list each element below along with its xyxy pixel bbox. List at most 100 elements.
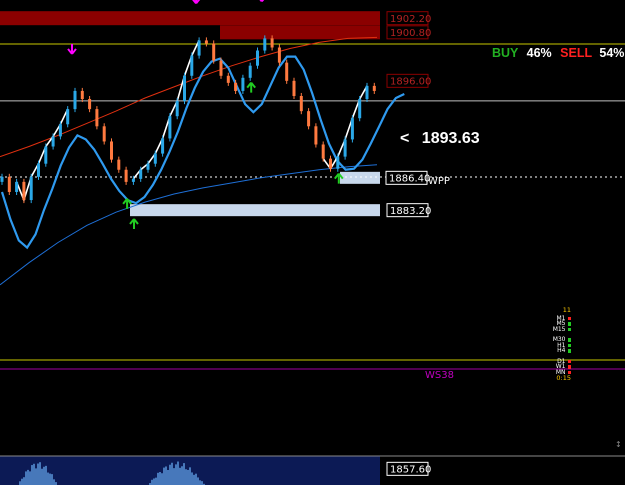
- price-tag-r1: 1900.80: [390, 28, 431, 39]
- trend-status-square: [567, 327, 571, 331]
- candle-body: [161, 138, 165, 154]
- candle-body: [226, 75, 230, 83]
- candle-body: [15, 181, 19, 192]
- candle-body: [292, 80, 296, 96]
- current-price-marker: <: [400, 130, 410, 147]
- candle-body: [321, 144, 325, 159]
- price-tag-r0: 1896.00: [390, 77, 431, 88]
- indicator-layer: [0, 36, 405, 286]
- sell-percent: 54%: [599, 46, 625, 60]
- candle-body: [241, 77, 245, 91]
- price-chart[interactable]: 1902.20 1900.80 1896.00 1886.40 1883.20 1857.…: [0, 0, 625, 485]
- trend-status-square: [567, 365, 571, 369]
- timeframe-group: M1 M5 M15: [541, 315, 571, 333]
- candle-body: [183, 75, 186, 102]
- candle-body: [110, 141, 113, 160]
- candle-body: [153, 153, 157, 164]
- candle-body: [190, 55, 194, 76]
- candle-body: [117, 159, 121, 170]
- candle-body: [204, 40, 208, 44]
- timeframe-group: M30 H1 H4: [541, 337, 571, 354]
- candle-body: [299, 95, 303, 112]
- candle-body: [175, 101, 179, 117]
- ws3-label: WS38: [425, 370, 454, 381]
- candle-body: [139, 169, 143, 179]
- fast-moving-average-line: [0, 36, 378, 158]
- candle-body: [248, 65, 252, 78]
- sell-arrow-icon: [259, 0, 265, 3]
- trend-status-square: [567, 349, 571, 353]
- candle-body: [80, 90, 84, 100]
- level-zone-r2: [0, 11, 380, 26]
- candle-body: [234, 82, 238, 91]
- trend-status-square: [567, 316, 571, 320]
- candle-body: [212, 43, 216, 61]
- candle-body: [263, 38, 267, 51]
- candle-body: [124, 169, 128, 182]
- candle-body: [44, 146, 48, 164]
- candle-body: [102, 126, 106, 142]
- candle-body: [365, 85, 369, 100]
- candle-body: [285, 62, 289, 81]
- candle-body: [73, 90, 77, 110]
- candle-body: [131, 178, 135, 182]
- candle-body: [336, 156, 340, 169]
- trend-count: 11: [562, 306, 571, 314]
- current-price-label: < 1893.63: [400, 130, 480, 148]
- candle-body: [343, 139, 347, 157]
- timeframe-label: H4: [557, 347, 566, 354]
- bar-timer: 0:15: [556, 374, 571, 382]
- candle-body: [7, 176, 11, 192]
- buy-label: BUY: [492, 46, 519, 60]
- candle-body: [314, 126, 318, 145]
- candle-body: [329, 158, 332, 169]
- trend-status-square: [567, 359, 571, 363]
- timeframe-trend-panel: 11 M1 M5 M15 M30 H1 H4 D1 W1 MN 0:15: [541, 306, 571, 382]
- candle-body: [256, 50, 259, 66]
- candle-body: [350, 118, 354, 140]
- buy-percent: 46%: [526, 46, 552, 60]
- timeframe-label: M15: [552, 325, 566, 333]
- candle-body: [66, 109, 70, 125]
- candle-body: [197, 40, 201, 56]
- candle-body: [307, 111, 311, 127]
- candle-body: [270, 38, 274, 48]
- buy-arrow-icon: [129, 218, 139, 229]
- price-tag-s2: 1883.20: [390, 206, 431, 217]
- candle-body: [146, 163, 150, 170]
- trend-status-square: [567, 322, 571, 326]
- candle-body: [22, 181, 26, 201]
- current-price-value: 1893.63: [421, 130, 480, 147]
- candle-body: [372, 85, 376, 91]
- candle-body: [95, 109, 99, 127]
- buy-arrow-icon: [246, 82, 256, 93]
- scroll-marker-icon: ↕: [615, 440, 622, 449]
- price-tag-layer: 1902.20 1900.80 1896.00 1886.40 1883.20 1857.…: [385, 11, 454, 476]
- price-tag-s3: 1857.60: [390, 465, 431, 476]
- candle-body: [88, 99, 92, 110]
- slow-moving-average-line: [0, 164, 378, 286]
- sell-label: SELL: [560, 46, 592, 60]
- timeframe-group: D1 W1 MN: [541, 358, 571, 376]
- candle-body: [51, 136, 55, 147]
- candle-body: [219, 60, 223, 76]
- timeframe-row: M15: [541, 325, 571, 333]
- oscillator-panel: [0, 455, 625, 485]
- sell-arrow-icon: [67, 43, 77, 55]
- candle-body: [0, 176, 4, 182]
- sell-arrow-icon: [192, 0, 201, 5]
- level-zone-s1: [340, 171, 380, 184]
- trend-status-square: [567, 343, 571, 347]
- candle-body: [37, 163, 40, 177]
- candle-body: [277, 47, 281, 63]
- level-zone-r1: [220, 25, 380, 40]
- corner-marker: ↕: [615, 440, 622, 449]
- candle-body: [358, 99, 362, 119]
- candle-body: [58, 124, 62, 137]
- candle-body: [29, 176, 33, 201]
- sentiment-readout: BUY 46% SELL 54%: [492, 46, 624, 60]
- wpp-label: WPP: [428, 176, 450, 187]
- trend-status-square: [567, 338, 571, 342]
- level-zone-s2: [130, 204, 380, 217]
- candle-body: [168, 116, 172, 139]
